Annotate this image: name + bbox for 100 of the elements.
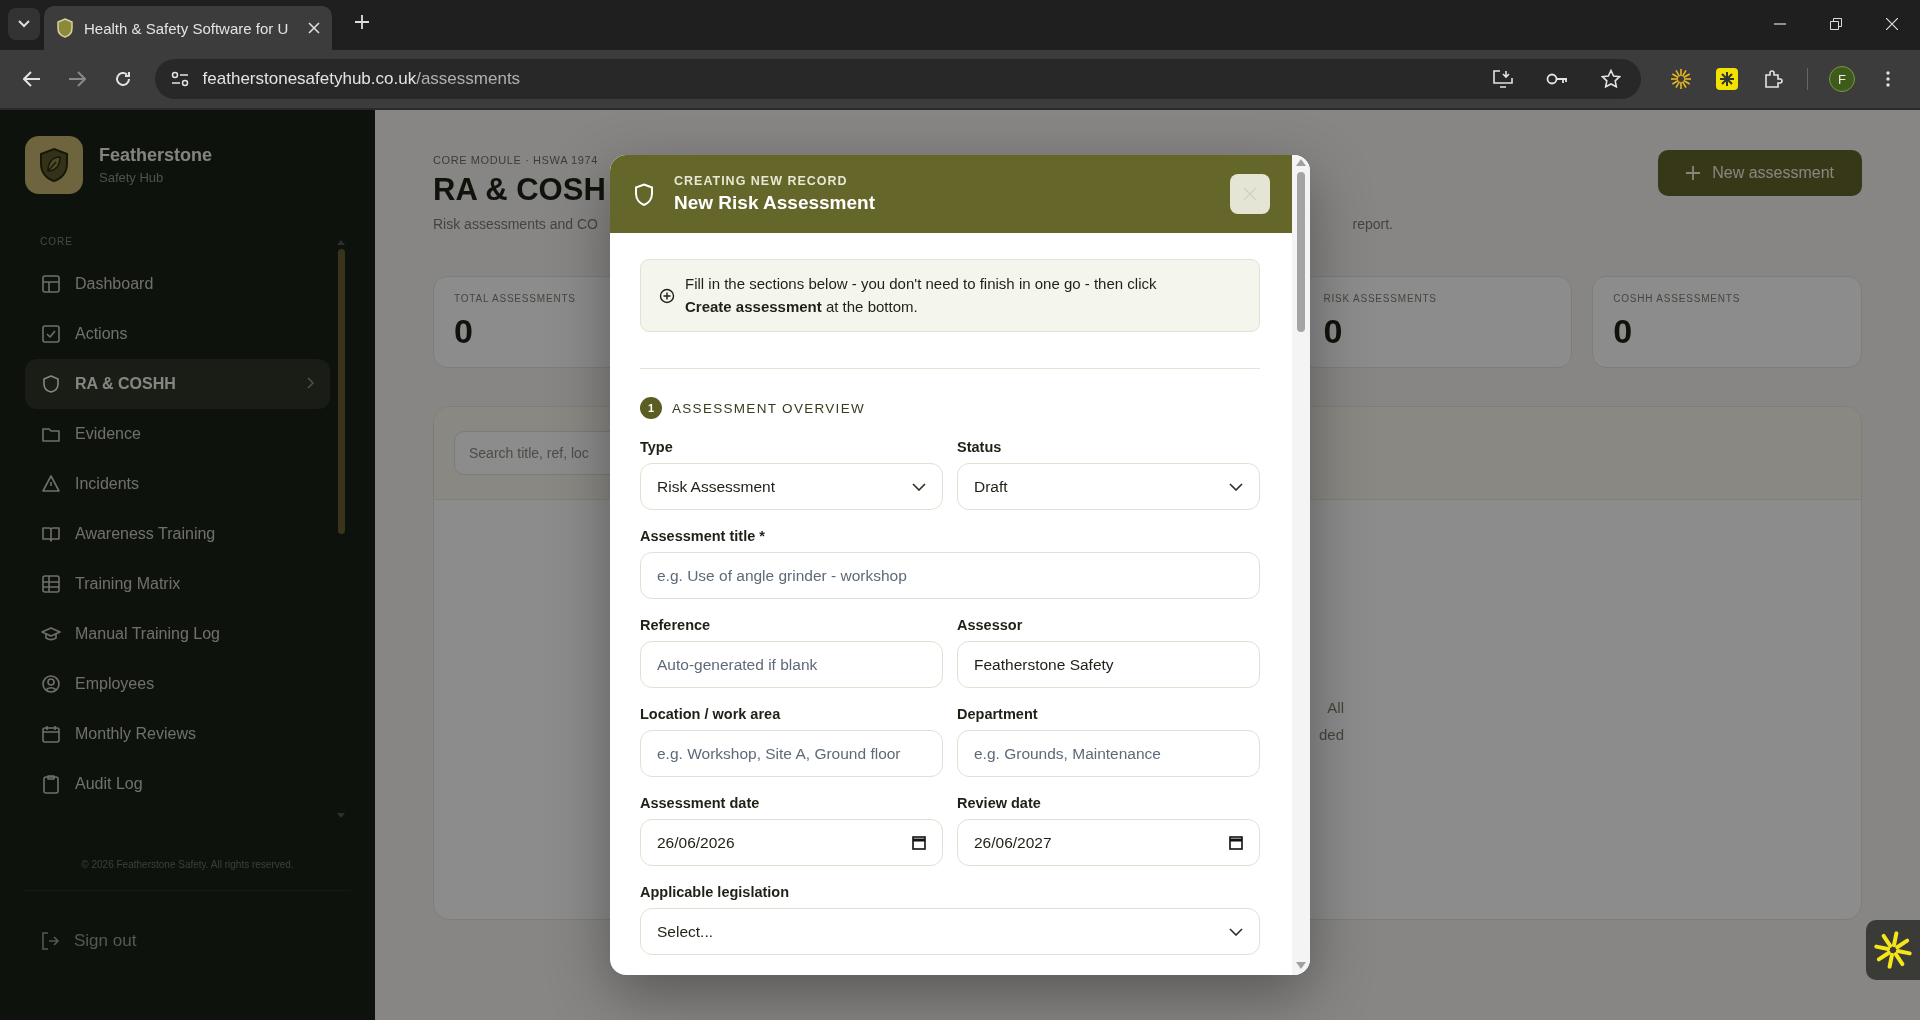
nav-item[interactable]: Employees [25,659,330,709]
browser-tab[interactable]: Health & Safety Software for U [44,6,332,50]
puzzle-icon [1763,69,1783,89]
stat-label: COSHH ASSESSMENTS [1613,293,1741,304]
nav-item[interactable]: Training Matrix [25,559,330,609]
select-field[interactable]: Draft [957,463,1260,510]
field-label: Assessment date [640,795,760,811]
nav-item[interactable]: Incidents [25,459,330,509]
star-icon [1601,69,1621,89]
reload-icon [113,70,132,88]
stat-value: 0 [454,312,474,351]
profile-button[interactable]: F [1822,59,1862,99]
nav-item[interactable]: Awareness Training [25,509,330,559]
new-assessment-button[interactable]: New assessment [1658,150,1862,196]
close-tab-button[interactable] [308,22,320,34]
scroll-thumb[interactable] [1297,172,1305,332]
stat-value: 0 [1323,312,1344,351]
table-icon [41,574,61,594]
plus-circle-icon [659,287,675,304]
field-label: Type [640,439,673,455]
field-label: Assessment title * [640,528,765,544]
nav-item[interactable]: Audit Log [25,759,330,809]
field-label: Department [957,706,1038,722]
calendar-icon [912,835,926,850]
modal-eyebrow: CREATING NEW RECORD [674,174,849,188]
nav-item[interactable]: RA & COSHH [25,359,330,409]
field-label: Reference [640,617,711,633]
sunburst-icon [1670,68,1692,90]
page-title: RA & COSH [433,172,606,208]
stat-value: 0 [1613,312,1634,351]
notice-text: Fill in the sections below - you don't need to finish in one go - then click Create assessment at the bottom. [685,274,1158,317]
select-field[interactable]: Select... [640,908,1260,955]
book-icon [41,524,61,544]
scroll-up-icon [337,240,345,245]
text-field[interactable]: Auto-generated if blank [640,641,943,688]
chevron-down-icon [1229,482,1243,491]
monitor-download-icon [1493,70,1513,88]
scroll-down-icon [337,813,345,818]
date-field[interactable]: 26/06/2027 [957,819,1260,866]
breadcrumb: CORE MODULE · HSWA 1974 [433,154,598,166]
close-button[interactable] [1230,174,1270,214]
text-field[interactable]: e.g. Use of angle grinder - workshop [640,552,1260,599]
chevron-down-icon [912,482,926,491]
plus-icon [1686,166,1701,180]
asterisk-icon [1716,68,1738,90]
select-field[interactable]: Risk Assessment [640,463,943,510]
close-icon [1886,18,1898,30]
field-label: Location / work area [640,706,781,722]
scroll-up-icon [1296,159,1306,166]
modal-title: New Risk Assessment [674,192,875,214]
asterisk-icon [1874,931,1912,969]
date-field[interactable]: 26/06/2026 [640,819,943,866]
address-bar[interactable]: featherstonesafetyhub.co.uk/assessments [154,59,1641,99]
back-arrow-icon [22,71,41,87]
new-tab-button[interactable] [354,14,370,30]
check-square-icon [41,324,61,344]
help-button[interactable] [1866,920,1920,980]
key-icon [1546,73,1568,85]
scrollbar[interactable] [1292,155,1310,975]
nav-item[interactable]: Evidence [25,409,330,459]
field-label: Assessor [957,617,1023,633]
text-field[interactable]: e.g. Grounds, Maintenance [957,730,1260,777]
empty-state-text: ded [1318,725,1344,743]
step-number: 1 [640,397,662,419]
field-label: Review date [957,795,1041,811]
brand-tagline: Safety Hub [99,170,165,185]
field-label: Status [957,439,1002,455]
more-vertical-icon [1886,71,1890,87]
calendar-icon [41,724,61,744]
shield-leaf-icon [38,147,70,183]
nav-item[interactable]: Manual Training Log [25,609,330,659]
nav-section-label: CORE [40,236,73,247]
shield-icon [41,374,61,394]
section-title: ASSESSMENT OVERVIEW [672,400,865,416]
restore-icon [1830,18,1842,30]
nav-item[interactable]: Dashboard [25,259,330,309]
text-field[interactable]: e.g. Workshop, Site A, Ground floor [640,730,943,777]
sign-out-icon [40,931,60,951]
field-label: Applicable legislation [640,884,790,900]
brand-name: Featherstone [99,145,213,166]
url-text: featherstonesafetyhub.co.uk/assessments [202,69,522,89]
page-subtitle: report. [1352,216,1393,232]
tab-search-button[interactable] [8,8,40,40]
nav-item[interactable]: Monthly Reviews [25,709,330,759]
site-info-icon [170,71,189,87]
scroll-thumb[interactable] [337,249,345,534]
shield-icon [56,18,74,38]
chevron-right-icon [307,377,314,389]
calendar-icon [1229,835,1243,850]
clipboard-icon [41,774,61,794]
scrollbar[interactable] [335,240,347,818]
close-icon [308,22,320,34]
nav-item[interactable]: Actions [25,309,330,359]
shield-icon [634,182,654,206]
sign-out-link[interactable]: Sign out [40,931,137,951]
tab-title: Health & Safety Software for U [84,19,290,37]
text-field[interactable]: Featherstone Safety [957,641,1260,688]
empty-state-text: All [1327,698,1344,716]
plus-icon [354,14,370,30]
grid-icon [41,274,61,294]
